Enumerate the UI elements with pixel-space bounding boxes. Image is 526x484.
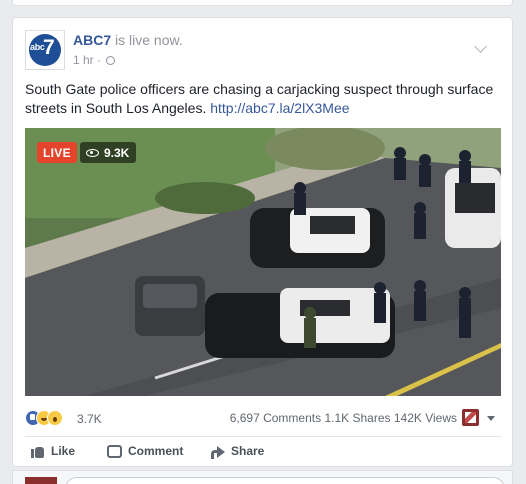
- post-meta: 1 hr ·: [73, 53, 116, 67]
- abc7-logo-number: 7: [43, 36, 55, 59]
- viewer-count-badge: 9.3K: [80, 142, 137, 163]
- previous-post-card: [12, 0, 513, 6]
- share-count-link[interactable]: 1.1K Shares: [324, 411, 390, 425]
- commenter-avatar: [25, 477, 57, 484]
- comment-label: Comment: [128, 444, 184, 458]
- page-selector-avatar[interactable]: [462, 409, 479, 426]
- page-name-link[interactable]: ABC7: [73, 32, 111, 48]
- like-label: Like: [51, 444, 76, 458]
- post-timestamp[interactable]: 1 hr: [73, 53, 94, 67]
- post-header: abc 7 ABC7 is live now. 1 hr ·: [25, 30, 495, 70]
- like-button[interactable]: Like: [31, 444, 75, 458]
- viewer-count: 9.3K: [104, 146, 130, 160]
- view-count: 142K Views: [393, 411, 457, 425]
- post-stats: 3.7K 6,697 Comments 1.1K Shares 142K Vie…: [25, 408, 501, 430]
- comment-button[interactable]: Comment: [107, 444, 183, 458]
- chevron-down-icon[interactable]: [474, 40, 487, 53]
- live-badge: LIVE: [37, 142, 77, 163]
- wow-reaction-icon: [47, 410, 63, 426]
- eye-icon: [86, 149, 99, 157]
- reaction-summary[interactable]: [25, 410, 73, 426]
- comment-composer: [12, 470, 513, 484]
- video-frame-image: [25, 128, 501, 396]
- post-text: South Gate police officers are chasing a…: [25, 80, 501, 118]
- live-video-player[interactable]: LIVE 9.3K: [25, 128, 501, 396]
- action-bar: Like Comment Share: [25, 438, 501, 466]
- thumbs-up-icon: [31, 444, 45, 458]
- live-status-text: is live now.: [111, 32, 183, 48]
- engagement-counts: 6,697 Comments 1.1K Shares 142K Views: [230, 411, 457, 425]
- globe-icon[interactable]: [106, 56, 116, 65]
- share-label: Share: [231, 444, 265, 458]
- comment-icon: [107, 445, 122, 458]
- share-button[interactable]: Share: [211, 444, 265, 459]
- divider: [25, 436, 501, 437]
- post-link[interactable]: http://abc7.la/2lX3Mee: [210, 100, 349, 116]
- caret-down-icon[interactable]: [487, 416, 495, 421]
- page-avatar[interactable]: abc 7: [25, 30, 65, 70]
- share-arrow-icon: [211, 446, 225, 459]
- live-video-post: abc 7 ABC7 is live now. 1 hr · South Gat…: [12, 17, 513, 467]
- meta-separator: ·: [97, 53, 102, 67]
- author-line: ABC7 is live now.: [73, 32, 183, 48]
- comment-count-link[interactable]: 6,697 Comments: [230, 411, 321, 425]
- comment-input[interactable]: [65, 477, 505, 484]
- reaction-count[interactable]: 3.7K: [77, 412, 102, 426]
